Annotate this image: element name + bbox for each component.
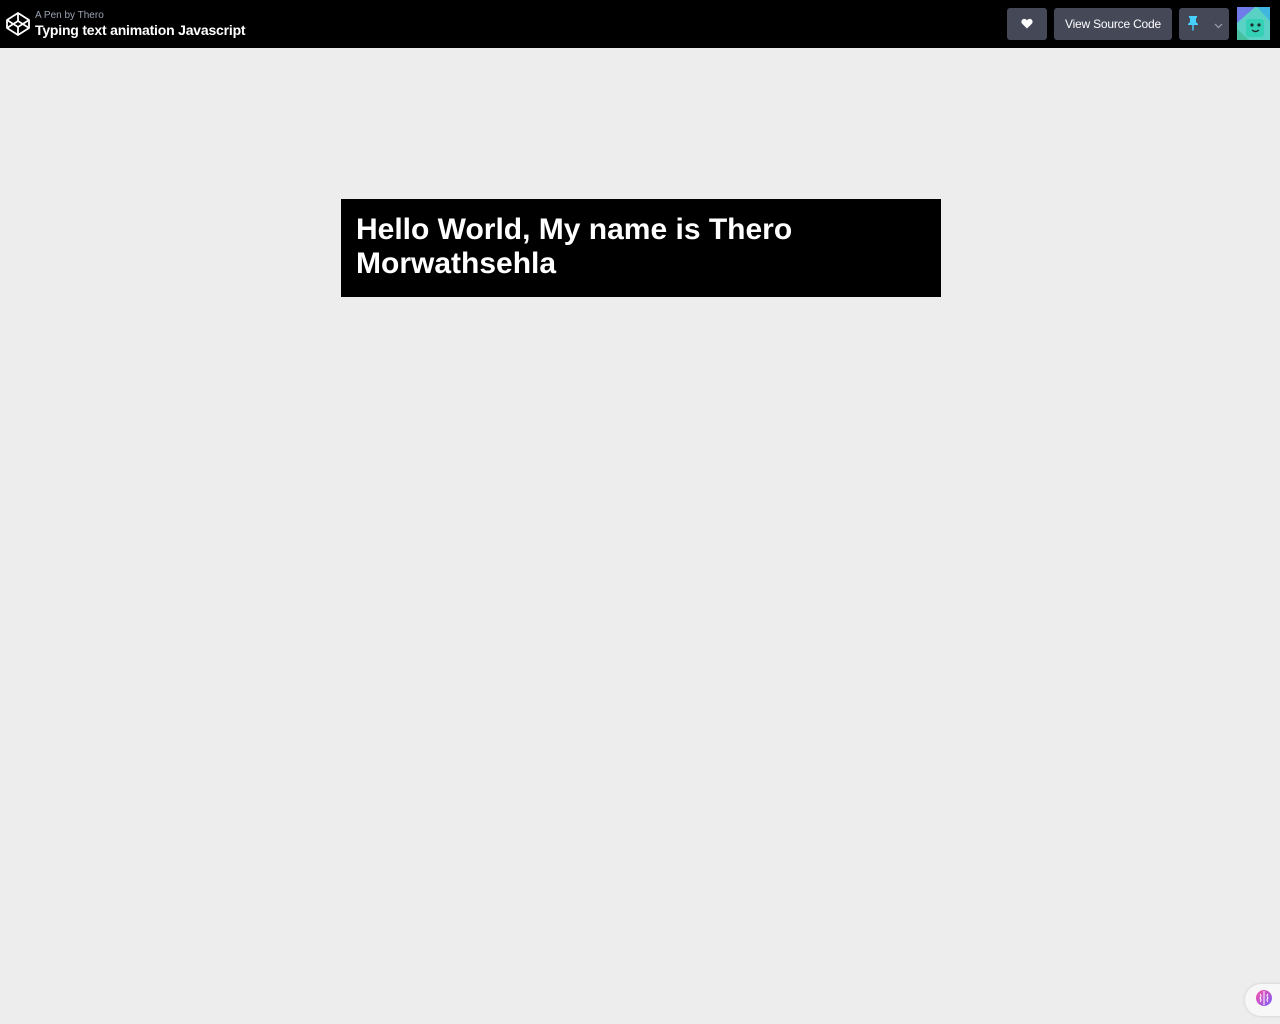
top-bar: A Pen by Thero Typing text animation Jav… <box>0 0 1280 48</box>
pin-icon <box>1187 15 1199 34</box>
pin-button[interactable] <box>1179 8 1229 40</box>
pen-meta: A Pen by Thero Typing text animation Jav… <box>35 10 246 39</box>
pen-author-line[interactable]: A Pen by Thero <box>35 10 245 21</box>
heart-button[interactable] <box>1007 8 1047 40</box>
typed-heading: Hello World, My name is Thero Morwathseh… <box>356 213 793 280</box>
codepen-logo-icon[interactable] <box>5 11 31 37</box>
chevron-down-icon <box>1214 18 1223 33</box>
brain-icon <box>1255 989 1273 1012</box>
typing-text-banner: Hello World, My name is Thero Morwathseh… <box>341 199 941 297</box>
heart-icon <box>1021 17 1033 32</box>
pen-title: Typing text animation Javascript <box>35 22 246 38</box>
view-source-button[interactable]: View Source Code <box>1054 8 1172 40</box>
corner-widget[interactable] <box>1245 984 1280 1016</box>
user-avatar[interactable] <box>1237 7 1270 40</box>
